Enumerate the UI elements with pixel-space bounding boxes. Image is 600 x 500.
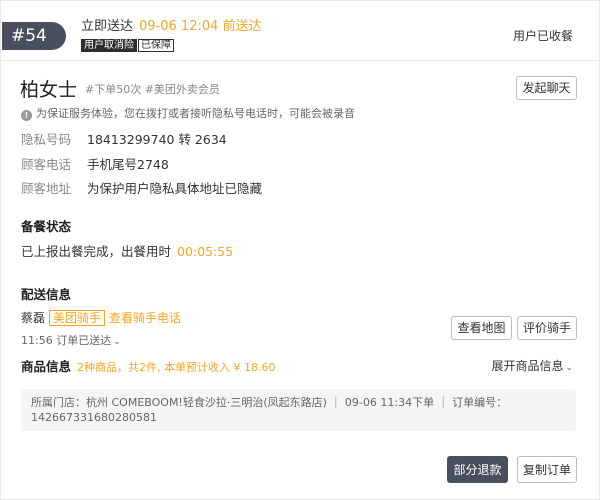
rate-rider-button[interactable]: 评价骑手 xyxy=(517,316,577,340)
customer-phone-value: 手机尾号2748 xyxy=(87,157,169,172)
order-tags: 用户取消险 已保障 xyxy=(81,39,174,52)
privacy-number-value[interactable]: 18413299740 转 2634 xyxy=(87,132,227,147)
order-status: 用户已收餐 xyxy=(512,29,573,43)
delivery-status-text: 11:56 订单已送达 xyxy=(21,334,112,347)
cancel-insurance-tag: 用户取消险 xyxy=(81,39,137,52)
privacy-notice: ! 为保证服务体验，您在拨打或者接听隐私号电话时，可能会被录音 xyxy=(21,105,355,121)
expand-goods-label: 展开商品信息 xyxy=(491,359,564,373)
customer-name: 柏女士 xyxy=(20,79,78,101)
view-rider-phone-link[interactable]: 查看骑手电话 xyxy=(109,311,181,325)
start-chat-button[interactable]: 发起聊天 xyxy=(516,76,577,100)
delivery-info-title: 配送信息 xyxy=(21,287,72,302)
meal-elapsed-time: 00:05:55 xyxy=(177,244,234,259)
order-header: #54 立即送达 09-06 12:04 前送达 用户取消险 已保障 用户已收餐 xyxy=(1,1,599,61)
customer-address-value: 为保护用户隐私具体地址已隐藏 xyxy=(87,181,263,196)
rider-type-tag: 美团骑手 xyxy=(49,310,106,326)
privacy-notice-text: 为保证服务体验，您在拨打或者接听隐私号电话时，可能会被录音 xyxy=(36,107,355,120)
privacy-number-row: 隐私号码 18413299740 转 2634 xyxy=(21,129,227,148)
goods-summary: 2种商品，共2件, 本单预计收入 ¥ 18.60 xyxy=(77,361,276,374)
store-info-line: 所属门店：杭州 COMEBOOM!轻食沙拉·三明治(凤起东路店) ｜ 09-06… xyxy=(31,396,508,409)
chevron-down-icon: ⌄ xyxy=(113,337,121,347)
order-number-badge: #54 xyxy=(2,22,66,50)
meal-status-title: 备餐状态 xyxy=(21,219,72,234)
privacy-number-label: 隐私号码 xyxy=(21,132,72,147)
partial-refund-button[interactable]: 部分退款 xyxy=(447,456,508,483)
copy-order-button[interactable]: 复制订单 xyxy=(517,456,577,483)
view-map-button[interactable]: 查看地图 xyxy=(451,316,512,340)
customer-meta: #下单50次 #美团外卖会员 xyxy=(85,83,220,96)
meal-status-text: 已上报出餐完成，出餐用时 xyxy=(21,244,172,259)
deliver-label: 立即送达 xyxy=(81,19,134,34)
order-card: #54 立即送达 09-06 12:04 前送达 用户取消险 已保障 用户已收餐 柏… xyxy=(0,0,600,500)
info-icon: ! xyxy=(21,110,32,121)
delivery-time-line: 立即送达 09-06 12:04 前送达 xyxy=(81,15,262,34)
customer-phone-label: 顾客电话 xyxy=(21,157,72,172)
chevron-down-icon: ⌄ xyxy=(565,363,573,373)
goods-info-title: 商品信息 xyxy=(21,359,72,374)
customer-phone-row: 顾客电话 手机尾号2748 xyxy=(21,154,169,173)
deliver-time: 09-06 12:04 前送达 xyxy=(139,19,262,34)
goods-info-line: 商品信息 2种商品，共2件, 本单预计收入 ¥ 18.60 xyxy=(21,356,276,375)
customer-address-row: 顾客地址 为保护用户隐私具体地址已隐藏 xyxy=(21,178,262,197)
delivery-status-line[interactable]: 11:56 订单已送达 ⌄ xyxy=(21,332,121,348)
meal-status-line: 已上报出餐完成，出餐用时 00:05:55 xyxy=(21,241,233,260)
order-id-value: 142667331680280581 xyxy=(31,411,157,424)
rider-name: 蔡磊 xyxy=(21,311,46,325)
store-order-info: 所属门店：杭州 COMEBOOM!轻食沙拉·三明治(凤起东路店) ｜ 09-06… xyxy=(21,389,576,431)
insured-tag: 已保障 xyxy=(138,39,174,52)
customer-address-label: 顾客地址 xyxy=(21,181,72,196)
expand-goods-toggle[interactable]: 展开商品信息 ⌄ xyxy=(491,357,573,374)
rider-line: 蔡磊 美团骑手 查看骑手电话 xyxy=(21,309,181,326)
